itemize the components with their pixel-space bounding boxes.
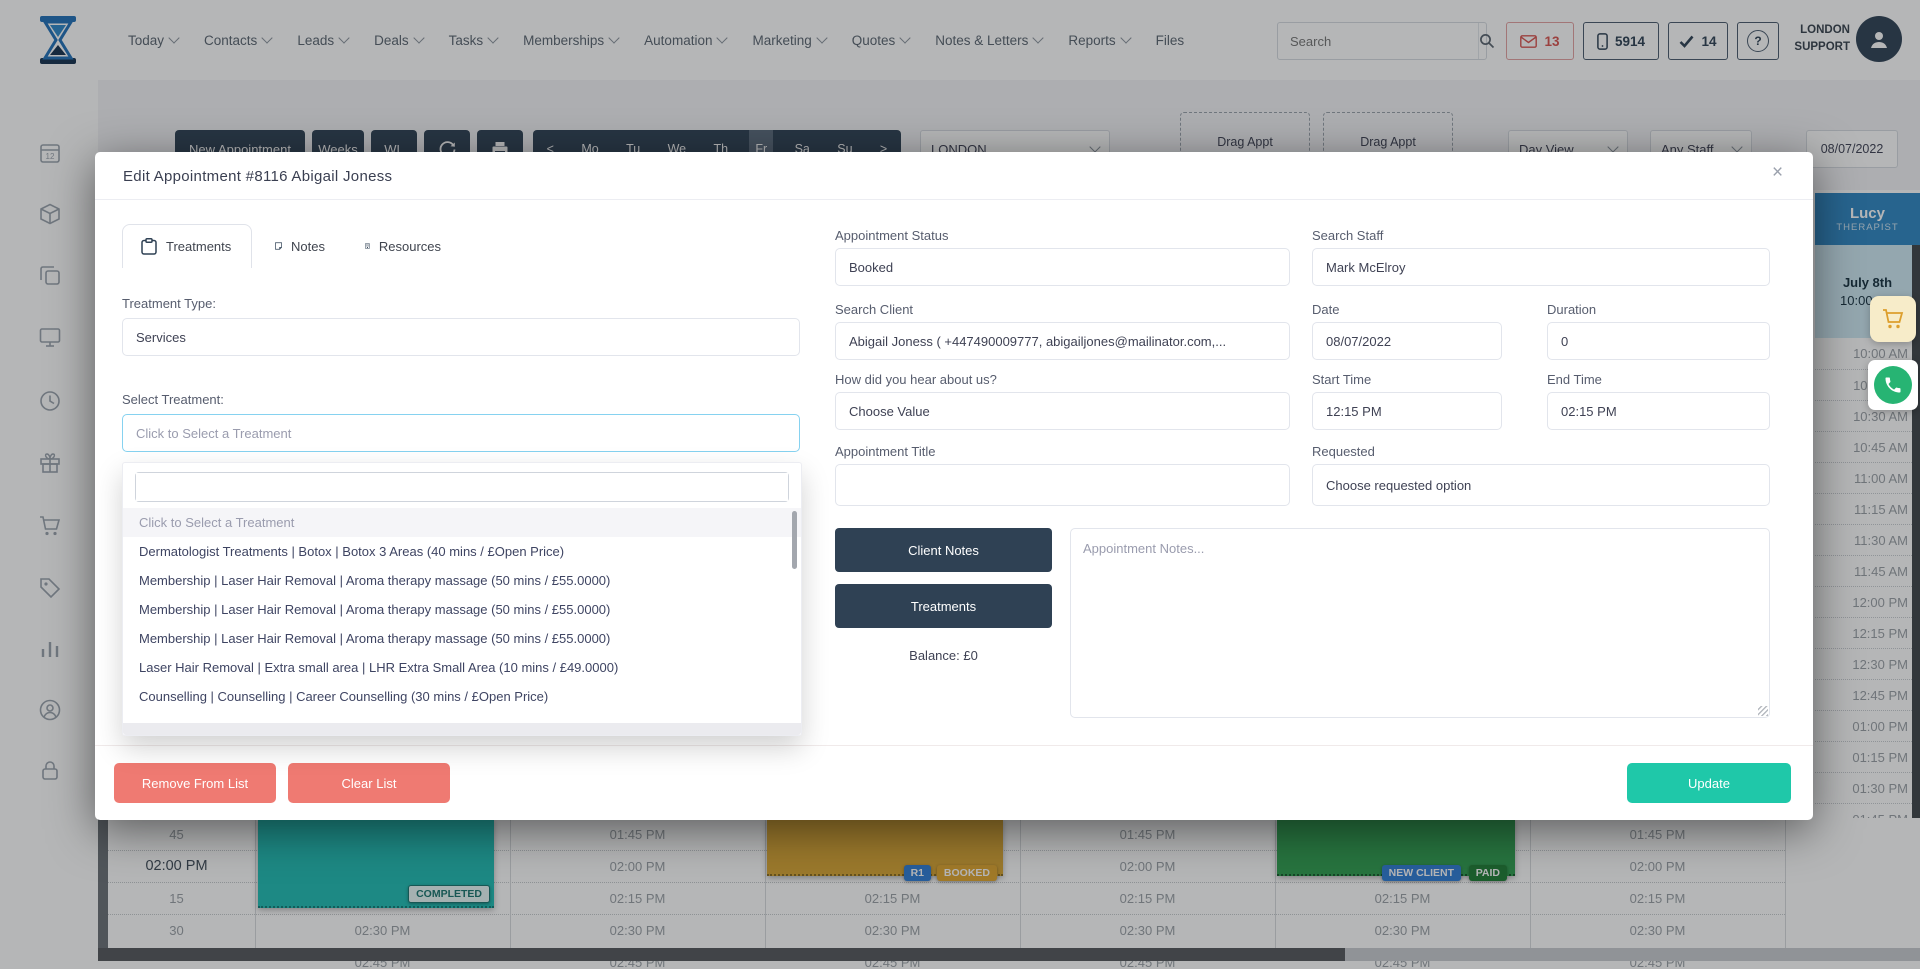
hear-about-select[interactable]: Choose Value xyxy=(835,392,1290,430)
building-icon xyxy=(365,238,370,254)
appointment-status-select[interactable]: Booked xyxy=(835,248,1290,286)
end-time-label: End Time xyxy=(1547,372,1602,387)
balance-text: Balance: £0 xyxy=(835,648,1052,663)
treatment-dropdown: Click to Select a Treatment Dermatologis… xyxy=(122,462,802,736)
clipboard-icon xyxy=(141,238,157,255)
treatment-type-value: Services xyxy=(136,330,186,345)
search-client-label: Search Client xyxy=(835,302,913,317)
treatment-type-label: Treatment Type: xyxy=(122,296,216,311)
start-time-label: Start Time xyxy=(1312,372,1371,387)
cart-icon xyxy=(1881,307,1905,331)
search-client-input[interactable]: Abigail Joness ( +447490009777, abigailj… xyxy=(835,322,1290,360)
appointment-notes-textarea[interactable] xyxy=(1070,528,1770,718)
remove-from-list-button[interactable]: Remove From List xyxy=(114,763,276,803)
duration-label: Duration xyxy=(1547,302,1596,317)
dropdown-option[interactable]: Membership | Laser Hair Removal | Aroma … xyxy=(123,624,801,653)
dropdown-option[interactable]: Click to Select a Treatment xyxy=(123,508,801,537)
app-root: Today Contacts Leads Deals Tasks Members… xyxy=(0,0,1920,969)
hear-about-label: How did you hear about us? xyxy=(835,372,997,387)
divider xyxy=(95,199,1813,200)
search-client-value: Abigail Joness ( +447490009777, abigailj… xyxy=(849,334,1226,349)
clear-list-button[interactable]: Clear List xyxy=(288,763,450,803)
tab-treatments[interactable]: Treatments xyxy=(122,224,252,268)
select-treatment-combobox[interactable]: Click to Select a Treatment xyxy=(122,414,800,452)
search-staff-select[interactable]: Mark McElroy xyxy=(1312,248,1770,286)
footer-divider xyxy=(95,745,1813,746)
tab-resources[interactable]: Resources xyxy=(347,224,459,268)
dropdown-option[interactable]: Counselling | Counselling | Career Couns… xyxy=(123,682,801,711)
floating-phone-button[interactable] xyxy=(1868,360,1918,410)
textarea-resize-handle[interactable] xyxy=(1758,706,1768,716)
dropdown-search xyxy=(135,472,789,502)
appointment-title-input xyxy=(835,464,1290,506)
date-label: Date xyxy=(1312,302,1339,317)
tab-label: Notes xyxy=(291,239,325,254)
dropdown-footer xyxy=(123,723,801,735)
dropdown-option[interactable]: Laser Hair Removal | Extra small area | … xyxy=(123,653,801,682)
start-time-value: 12:15 PM xyxy=(1326,404,1382,419)
dropdown-search-input[interactable] xyxy=(136,473,788,501)
date-input[interactable]: 08/07/2022 xyxy=(1312,322,1502,360)
dropdown-option[interactable]: Membership | Laser Hair Removal | Aroma … xyxy=(123,566,801,595)
edit-appointment-modal: Edit Appointment #8116 Abigail Joness × … xyxy=(95,152,1813,820)
date-field-value: 08/07/2022 xyxy=(1326,334,1391,349)
tab-label: Resources xyxy=(379,239,441,254)
appointment-title-label: Appointment Title xyxy=(835,444,935,459)
close-icon[interactable]: × xyxy=(1772,162,1783,184)
appointment-status-value: Booked xyxy=(849,260,893,275)
floating-cart-button[interactable] xyxy=(1870,296,1916,342)
dropdown-option[interactable]: Membership | Laser Hair Removal | Aroma … xyxy=(123,595,801,624)
dropdown-options: Click to Select a Treatment Dermatologis… xyxy=(123,508,801,711)
duration-input[interactable]: 0 xyxy=(1547,322,1770,360)
tab-notes[interactable]: Notes xyxy=(257,224,343,268)
appointment-status-label: Appointment Status xyxy=(835,228,948,243)
hear-about-value: Choose Value xyxy=(849,404,930,419)
client-notes-button[interactable]: Client Notes xyxy=(835,528,1052,572)
select-treatment-placeholder: Click to Select a Treatment xyxy=(136,426,291,441)
appointment-title-field[interactable] xyxy=(849,477,1276,494)
dropdown-scrollbar[interactable] xyxy=(792,511,797,569)
phone-circle xyxy=(1874,366,1912,404)
modal-title: Edit Appointment #8116 Abigail Joness xyxy=(123,168,392,185)
select-treatment-label: Select Treatment: xyxy=(122,392,224,407)
note-icon xyxy=(275,238,282,254)
duration-value: 0 xyxy=(1561,334,1568,349)
end-time-value: 02:15 PM xyxy=(1561,404,1617,419)
search-staff-value: Mark McElroy xyxy=(1326,260,1405,275)
requested-label: Requested xyxy=(1312,444,1375,459)
search-staff-label: Search Staff xyxy=(1312,228,1383,243)
start-time-input[interactable]: 12:15 PM xyxy=(1312,392,1502,430)
phone-icon xyxy=(1883,375,1903,395)
treatments-button[interactable]: Treatments xyxy=(835,584,1052,628)
requested-value: Choose requested option xyxy=(1326,478,1471,493)
treatment-type-select[interactable]: Services xyxy=(122,318,800,356)
requested-select[interactable]: Choose requested option xyxy=(1312,464,1770,506)
end-time-input[interactable]: 02:15 PM xyxy=(1547,392,1770,430)
dropdown-option[interactable]: Dermatologist Treatments | Botox | Botox… xyxy=(123,537,801,566)
update-button[interactable]: Update xyxy=(1627,763,1791,803)
tab-label: Treatments xyxy=(166,239,231,254)
